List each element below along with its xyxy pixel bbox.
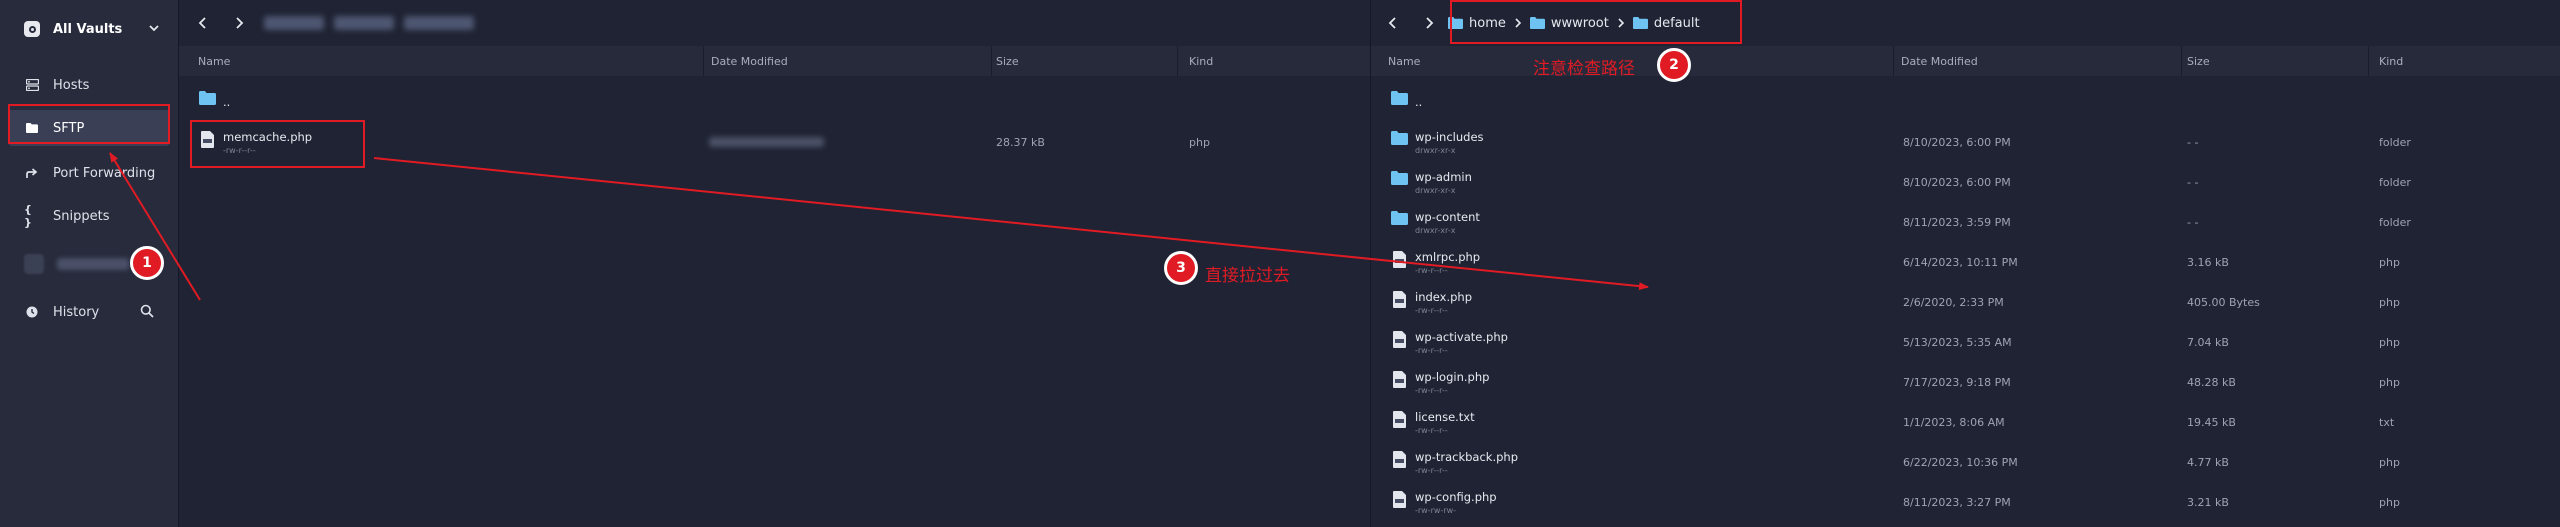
arrow-to-sftp bbox=[109, 152, 201, 301]
annotation-arrows bbox=[109, 152, 1649, 301]
arrow-drag-to-right-panel bbox=[373, 157, 1649, 291]
